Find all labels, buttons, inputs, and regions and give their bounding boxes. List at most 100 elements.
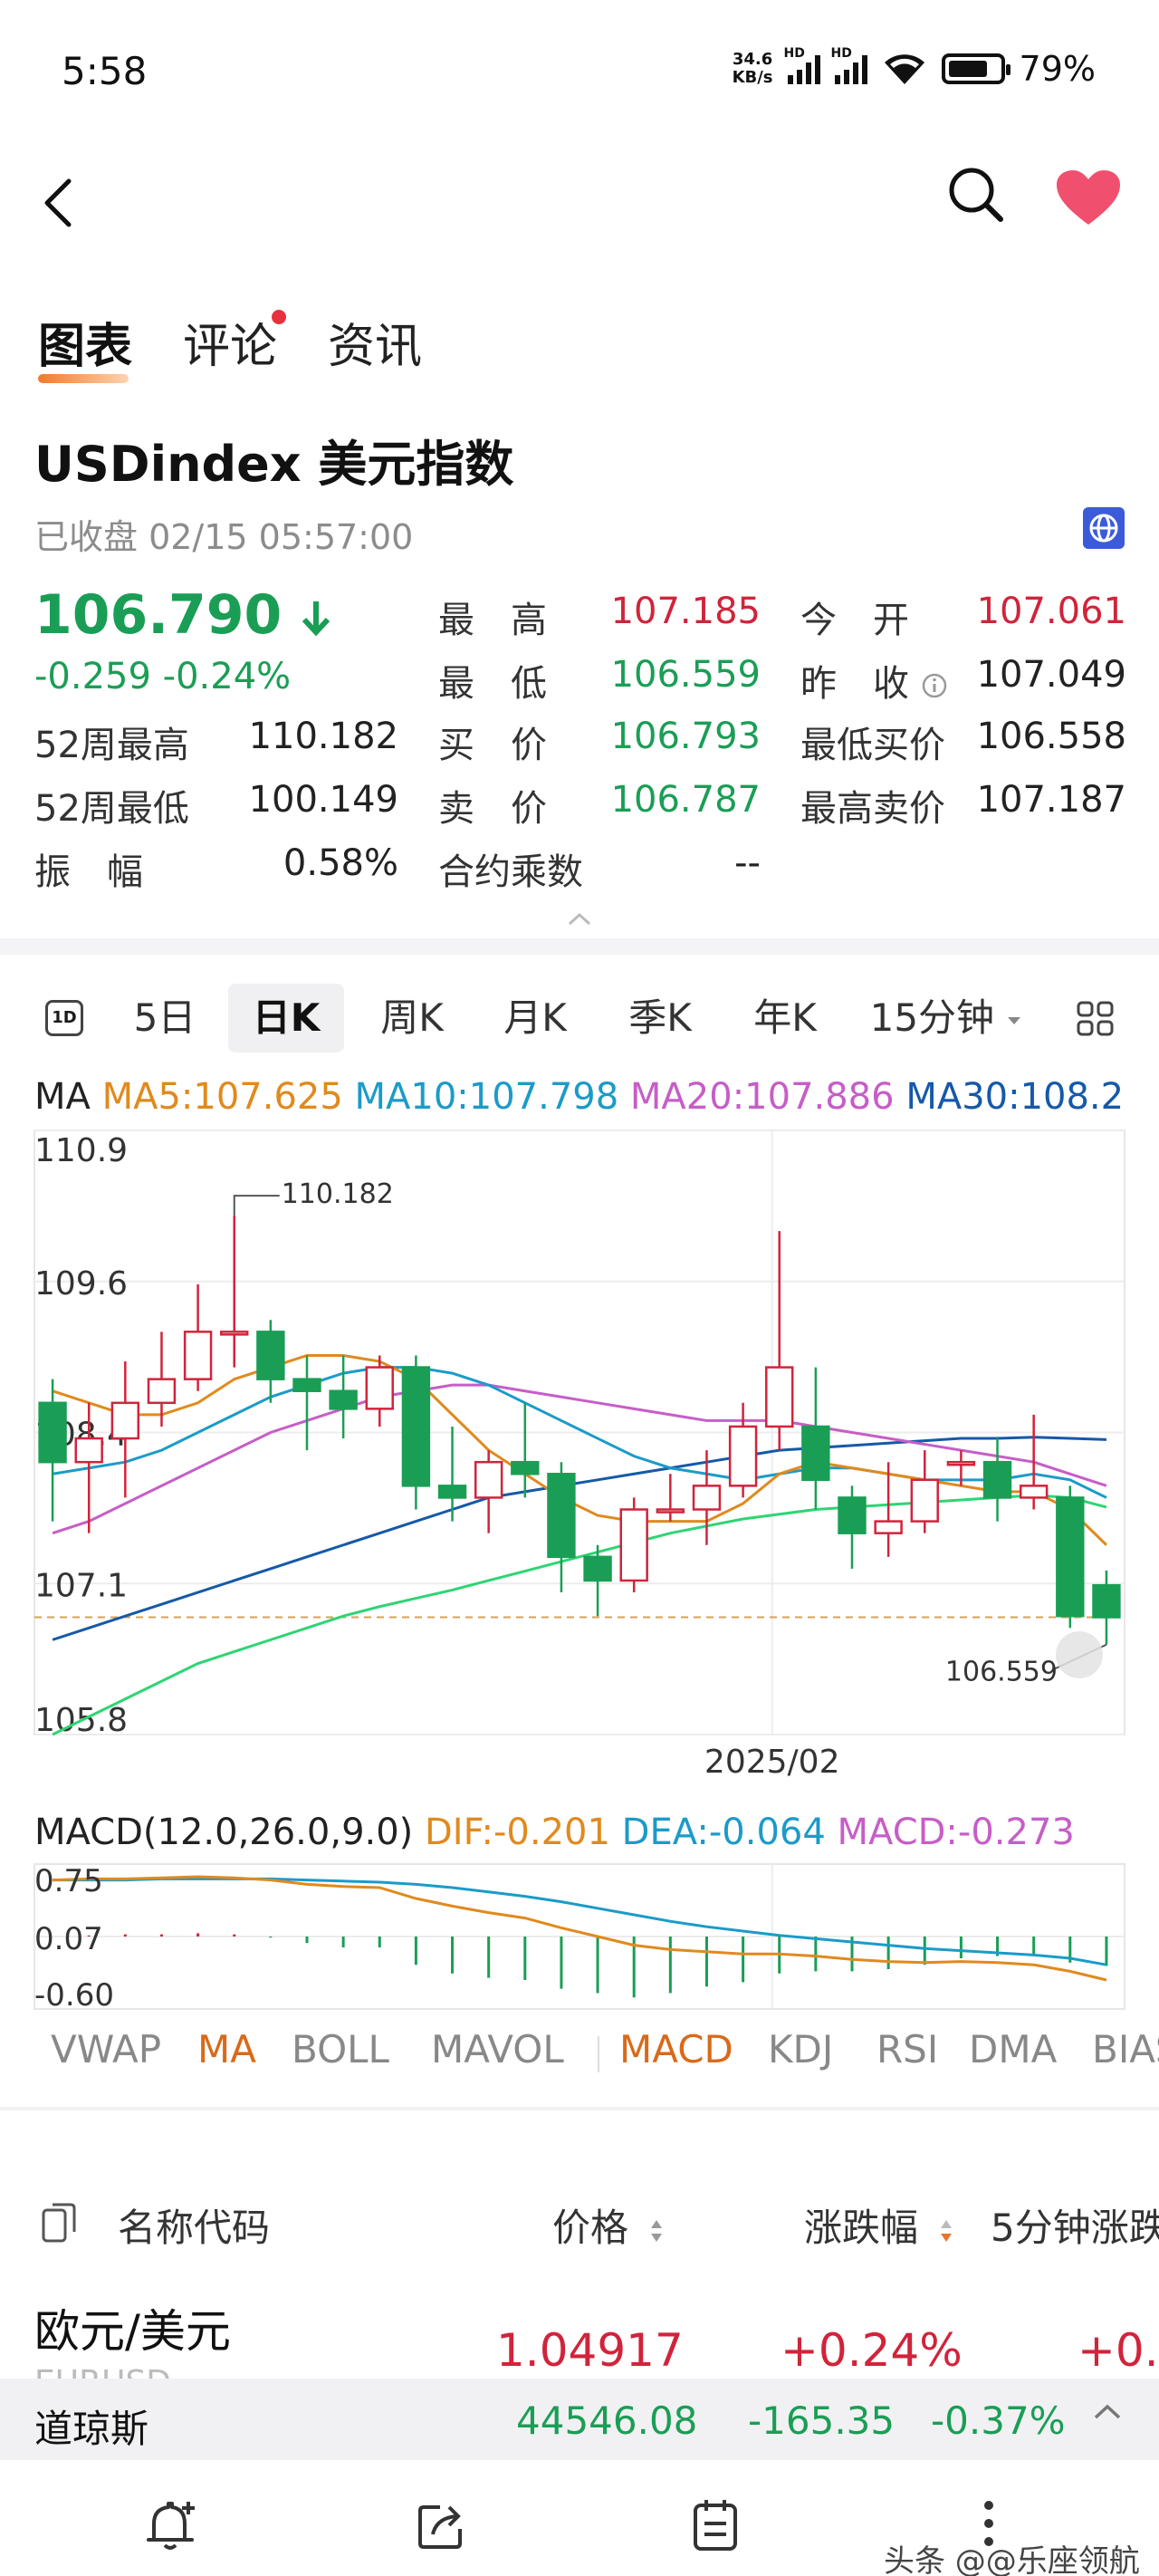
candle — [1092, 1583, 1121, 1619]
indicator-dma[interactable]: DMA — [969, 2027, 1057, 2071]
ticker-change: -165.35 — [748, 2398, 896, 2443]
candle — [946, 1460, 976, 1466]
row-price: 1.04917 — [496, 2324, 684, 2377]
network-speed: 34.6 KB/s — [732, 50, 773, 87]
current-price: 106.790 — [34, 583, 331, 647]
section-divider — [0, 938, 1159, 955]
tab-chart[interactable]: 图表 — [38, 308, 132, 383]
candle — [292, 1378, 321, 1392]
period-15min-dropdown[interactable]: 15分钟 — [860, 984, 1032, 1053]
collapse-chevron-icon[interactable] — [567, 911, 592, 928]
prev-close-value: 107.049 — [976, 654, 1126, 696]
candle — [437, 1485, 467, 1499]
max-ask-label: 最高卖价 — [800, 788, 945, 830]
globe-icon[interactable] — [1083, 507, 1125, 549]
notification-dot — [272, 310, 287, 324]
candle — [547, 1473, 576, 1559]
search-icon[interactable] — [946, 165, 1006, 225]
period-quarterly[interactable]: 季K — [610, 984, 710, 1053]
indicator-divider — [598, 2036, 599, 2072]
y-tick-label: 107.1 — [34, 1567, 128, 1604]
header-name-code[interactable]: 名称代码 — [118, 2197, 270, 2253]
alert-bell-icon[interactable] — [141, 2496, 199, 2554]
indicator-vwap[interactable]: VWAP — [51, 2027, 161, 2071]
low-label: 最 低 — [438, 663, 547, 705]
high-annotation: 110.182 — [282, 1178, 394, 1210]
indicator-boll[interactable]: BOLL — [292, 2027, 389, 2071]
expand-chevron-icon[interactable] — [1092, 2402, 1123, 2422]
min-bid-value: 106.558 — [976, 716, 1126, 757]
header-price[interactable]: 价格 — [552, 2197, 664, 2253]
indicator-kdj[interactable]: KDJ — [768, 2027, 833, 2071]
stock-title: USDindex 美元指数 — [34, 436, 514, 493]
share-icon[interactable] — [413, 2496, 471, 2554]
active-tab-underline — [38, 374, 129, 383]
indicator-bias[interactable]: BIAS — [1092, 2027, 1159, 2071]
candle — [1019, 1485, 1049, 1499]
min-bid-label: 最低买价 — [800, 725, 945, 766]
candle — [874, 1520, 903, 1534]
52w-high-label: 52周最高 — [34, 725, 189, 766]
macd-tick-label: 0.75 — [34, 1863, 103, 1899]
indicator-macd[interactable]: MACD — [619, 2027, 733, 2071]
indicator-ma[interactable]: MA — [197, 2027, 256, 2071]
header-5min-change[interactable]: 5分钟涨跌 — [991, 2197, 1159, 2253]
favorite-heart-icon[interactable] — [1055, 168, 1122, 226]
legend-dea: DEA:-0.064 — [621, 1812, 826, 1853]
macd-legend: MACD(12.0,26.0,9.0) DIF:-0.201 DEA:-0.06… — [34, 1812, 1075, 1853]
back-icon[interactable] — [36, 176, 81, 230]
legend-macd: MACD:-0.273 — [837, 1812, 1075, 1853]
signal-icon-2: HD — [831, 46, 867, 84]
dropdown-caret-icon — [1008, 1016, 1021, 1024]
high-marker-line — [233, 1195, 280, 1216]
tab-comments[interactable]: 评论 — [183, 308, 287, 376]
candle — [474, 1460, 503, 1499]
y-tick-label: 109.6 — [34, 1265, 128, 1302]
ma-legend: MA MA5:107.625 MA10:107.798 MA20:107.886… — [34, 1076, 1121, 1118]
period-yearly[interactable]: 年K — [735, 984, 835, 1053]
candle — [365, 1366, 394, 1410]
period-daily[interactable]: 日K — [228, 984, 344, 1053]
candle — [910, 1478, 939, 1523]
header-change-pct[interactable]: 涨跌幅 — [804, 2197, 953, 2253]
period-monthly[interactable]: 月K — [485, 984, 585, 1053]
status-indicators: 34.6 KB/s HD HD 79% — [732, 46, 1096, 89]
crosshair-handle-icon — [1056, 1631, 1103, 1678]
line-ma20 — [52, 1383, 1107, 1535]
copy-icon[interactable] — [40, 2199, 78, 2244]
period-weekly[interactable]: 周K — [362, 984, 462, 1053]
x-axis-label: 2025/02 — [704, 1744, 840, 1781]
notes-icon[interactable] — [686, 2496, 744, 2554]
high-label: 最 高 — [438, 600, 547, 641]
candle — [982, 1460, 1012, 1499]
signal-icon: HD — [784, 46, 820, 84]
indicator-rsi[interactable]: RSI — [876, 2027, 938, 2071]
line-dea — [53, 1877, 1107, 1966]
ticker-pct: -0.37% — [931, 2398, 1066, 2443]
open-value: 107.061 — [976, 591, 1126, 632]
candle — [1056, 1496, 1085, 1618]
candle — [583, 1555, 612, 1582]
indicator-mavol[interactable]: MAVOL — [431, 2027, 564, 2071]
amplitude-value: 0.58% — [283, 842, 398, 884]
max-ask-value: 107.187 — [976, 779, 1126, 821]
intraday-1d-icon[interactable]: 1D — [45, 1000, 83, 1036]
tab-news[interactable]: 资讯 — [328, 308, 422, 376]
indicator-selector: VWAP MA BOLL MAVOL MACD KDJ RSI DMA BIAS — [0, 2027, 1159, 2081]
legend-ma30: MA30:108.292... — [905, 1076, 1121, 1118]
candle — [619, 1508, 648, 1582]
multiplier-value: -- — [734, 842, 761, 884]
low-value: 106.559 — [610, 654, 761, 696]
macd-tick-label: -0.60 — [34, 1977, 114, 2014]
content-tabs: 图表 评论 资讯 — [38, 308, 422, 383]
watermark: 头条 @@乐座领航 — [884, 2543, 1140, 2576]
candle — [74, 1437, 103, 1464]
market-status: 已收盘 02/15 05:57:00 — [34, 517, 414, 557]
period-5d[interactable]: 5日 — [118, 984, 212, 1053]
ticker-price: 44546.08 — [516, 2398, 698, 2443]
amplitude-label: 振 幅 — [34, 851, 143, 893]
index-ticker-bar[interactable]: 道琼斯 44546.08 -165.35 -0.37% — [0, 2379, 1159, 2460]
candlestick-chart[interactable]: 110.9109.6108.4107.1105.82025/02 110.182… — [0, 1123, 1159, 2020]
down-arrow-icon — [302, 601, 330, 637]
layout-grid-icon[interactable] — [1076, 1000, 1116, 1038]
